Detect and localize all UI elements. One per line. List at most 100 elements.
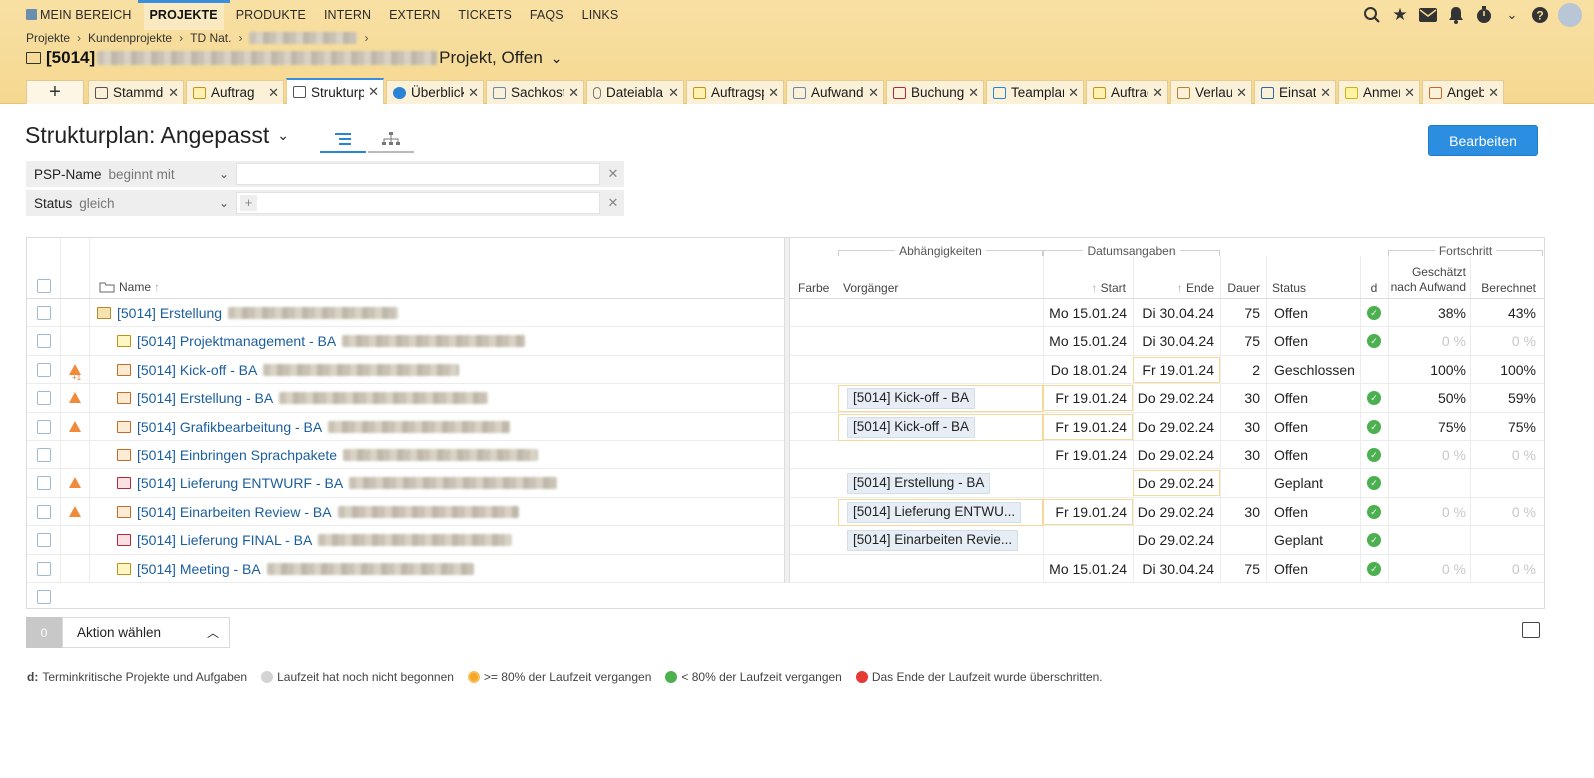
bell-icon[interactable]: [1442, 3, 1470, 27]
tab-auftragspositionen[interactable]: Auftragsp ✕: [686, 80, 784, 104]
table-row[interactable]: [5014] Einarbeiten Revie... Do 29.02.24 Ge…: [790, 526, 1544, 555]
predecessor-chip[interactable]: [5014] Einarbeiten Revie...: [847, 530, 1019, 552]
end-date[interactable]: Do 29.02.24: [1133, 447, 1214, 463]
table-row[interactable]: Do 18.01.24 Fr 19.01.24 2 Geschlossen 100% 10…: [790, 355, 1544, 385]
row-checkbox[interactable]: [37, 504, 51, 519]
end-date[interactable]: Do 29.02.24: [1133, 419, 1214, 435]
table-row[interactable]: Mo 15.01.24 Di 30.04.24 75 Offen ✓ 0 % 0 %: [790, 554, 1544, 583]
close-icon[interactable]: ✕: [1068, 85, 1079, 101]
help-icon[interactable]: ?: [1526, 3, 1554, 27]
predecessor-chip[interactable]: [5014] Lieferung ENTWU...: [847, 501, 1022, 523]
tab-angebot[interactable]: Angeb ✕: [1422, 80, 1504, 104]
table-row[interactable]: Fr 19.01.24 Do 29.02.24 30 Offen ✓ 0 % 0 %: [790, 440, 1544, 470]
timer-icon[interactable]: [1470, 3, 1498, 27]
table-row[interactable]: [5014] Einarbeiten Review - BA: [27, 497, 784, 527]
row-checkbox[interactable]: [37, 447, 51, 462]
task-name-link[interactable]: [5014] Erstellung - BA: [117, 390, 489, 406]
column-header-start[interactable]: ↑ Start: [1043, 281, 1132, 295]
column-header-calculated[interactable]: Berechnet: [1470, 281, 1542, 295]
tab-verlauf[interactable]: Verlauf ✕: [1170, 80, 1252, 104]
start-date[interactable]: Do 18.01.24: [1043, 362, 1127, 378]
task-name-link[interactable]: [5014] Lieferung FINAL - BA: [117, 532, 513, 548]
star-icon[interactable]: ★: [1386, 3, 1414, 27]
close-icon[interactable]: ✕: [1236, 85, 1247, 101]
row-checkbox[interactable]: [37, 561, 51, 576]
row-checkbox[interactable]: [37, 419, 51, 434]
mail-icon[interactable]: [1414, 3, 1442, 27]
end-date[interactable]: Do 29.02.24: [1133, 532, 1214, 548]
chevron-down-icon[interactable]: ⌄: [1498, 3, 1526, 27]
nav-intern[interactable]: INTERN: [324, 0, 371, 30]
task-name-link[interactable]: [5014] Einarbeiten Review - BA: [117, 504, 519, 520]
nav-projekte[interactable]: PROJEKTE: [137, 0, 230, 30]
breadcrumb-item[interactable]: TD Nat.: [190, 31, 231, 45]
select-all-checkbox[interactable]: [37, 279, 51, 293]
task-name-link[interactable]: [5014] Erstellung: [97, 305, 399, 321]
task-name-link[interactable]: [5014] Meeting - BA: [117, 561, 474, 577]
action-select[interactable]: Aktion wählen ︿: [62, 617, 230, 648]
close-icon[interactable]: ✕: [1320, 85, 1331, 101]
end-date[interactable]: Fr 19.01.24: [1133, 362, 1214, 378]
row-checkbox[interactable]: [37, 306, 51, 320]
start-date[interactable]: Fr 19.01.24: [1043, 390, 1127, 406]
table-row[interactable]: [5014] Erstellung - BA: [27, 384, 784, 413]
table-row[interactable]: [5014] Projektmanagement - BA: [27, 327, 784, 356]
start-date[interactable]: Fr 19.01.24: [1043, 447, 1127, 463]
task-name-link[interactable]: [5014] Grafikbearbeitung - BA: [117, 419, 511, 435]
table-row[interactable]: +1 [5014] Kick-off - BA: [27, 355, 784, 385]
predecessor-chip[interactable]: [5014] Erstellung - BA: [847, 473, 991, 495]
page-title[interactable]: Strukturplan: Angepasst ⌄: [25, 122, 289, 149]
row-checkbox[interactable]: [37, 476, 51, 491]
task-name-link[interactable]: [5014] Projektmanagement - BA: [117, 333, 526, 349]
tab-buchung[interactable]: Buchung ✕: [886, 80, 984, 104]
tab-dateiablage[interactable]: Dateiabla ✕: [586, 80, 684, 104]
task-name-link[interactable]: [5014] Einbringen Sprachpakete: [117, 447, 539, 463]
close-icon[interactable]: ✕: [1404, 85, 1415, 101]
nav-tickets[interactable]: TICKETS: [458, 0, 511, 30]
breadcrumb-item[interactable]: Projekte: [26, 31, 70, 45]
start-date[interactable]: Mo 15.01.24: [1043, 333, 1127, 349]
tree-view-icon[interactable]: [368, 126, 414, 153]
add-icon[interactable]: +: [240, 195, 257, 211]
end-date[interactable]: Do 29.02.24: [1133, 504, 1214, 520]
close-icon[interactable]: ✕: [468, 85, 479, 101]
filter-operator-select[interactable]: PSP-Name beginnt mit ⌄: [26, 167, 236, 182]
tab-einsatz[interactable]: Einsatz ✕: [1254, 80, 1336, 104]
start-date[interactable]: Mo 15.01.24: [1043, 561, 1127, 577]
nav-faqs[interactable]: FAQS: [530, 0, 564, 30]
edit-button[interactable]: Bearbeiten: [1428, 125, 1538, 156]
tab-aufwand[interactable]: Aufwand ✕: [786, 80, 884, 104]
predecessor-chip[interactable]: [5014] Kick-off - BA: [847, 388, 976, 410]
column-header-color[interactable]: Farbe: [798, 281, 829, 295]
close-icon[interactable]: ✕: [668, 85, 679, 101]
breadcrumb-item[interactable]: Kundenprojekte: [88, 31, 172, 45]
row-checkbox[interactable]: [37, 533, 51, 548]
list-view-icon[interactable]: [320, 126, 366, 153]
row-checkbox[interactable]: [37, 590, 51, 604]
row-checkbox[interactable]: [37, 391, 51, 406]
tab-strukturplan[interactable]: Strukturp ✕: [286, 78, 384, 104]
filter-value-input[interactable]: +: [236, 192, 600, 214]
table-row[interactable]: [5014] Einbringen Sprachpakete: [27, 440, 784, 470]
row-checkbox[interactable]: [37, 334, 51, 349]
table-row[interactable]: [5014] Grafikbearbeitung - BA: [27, 412, 784, 441]
table-row[interactable]: [5014] Kick-off - BA Fr 19.01.24 Do 29.02.…: [790, 384, 1544, 413]
tab-stammdaten[interactable]: Stammd ✕: [88, 80, 184, 104]
row-checkbox[interactable]: [37, 362, 51, 377]
close-icon[interactable]: ✕: [1152, 85, 1163, 101]
table-row[interactable]: [5014] Lieferung FINAL - BA: [27, 526, 784, 555]
tab-ueberblick[interactable]: Überblick ✕: [386, 80, 484, 104]
task-name-link[interactable]: [5014] Kick-off - BA: [117, 362, 460, 378]
column-header-status[interactable]: Status: [1272, 281, 1306, 295]
nav-extern[interactable]: EXTERN: [389, 0, 440, 30]
tab-sachkosten[interactable]: Sachkost ✕: [486, 80, 584, 104]
column-header-d[interactable]: d: [1360, 281, 1388, 295]
add-tab-button[interactable]: +: [26, 80, 84, 104]
close-icon[interactable]: ✕: [268, 85, 279, 101]
close-icon[interactable]: ✕: [368, 84, 379, 100]
task-name-link[interactable]: [5014] Lieferung ENTWURF - BA: [117, 475, 558, 491]
close-icon[interactable]: ✕: [168, 85, 179, 101]
table-row[interactable]: [5014] Lieferung ENTWU... Fr 19.01.24 Do 2…: [790, 497, 1544, 527]
avatar[interactable]: [1558, 3, 1582, 27]
column-header-end[interactable]: ↑ Ende: [1133, 281, 1220, 295]
